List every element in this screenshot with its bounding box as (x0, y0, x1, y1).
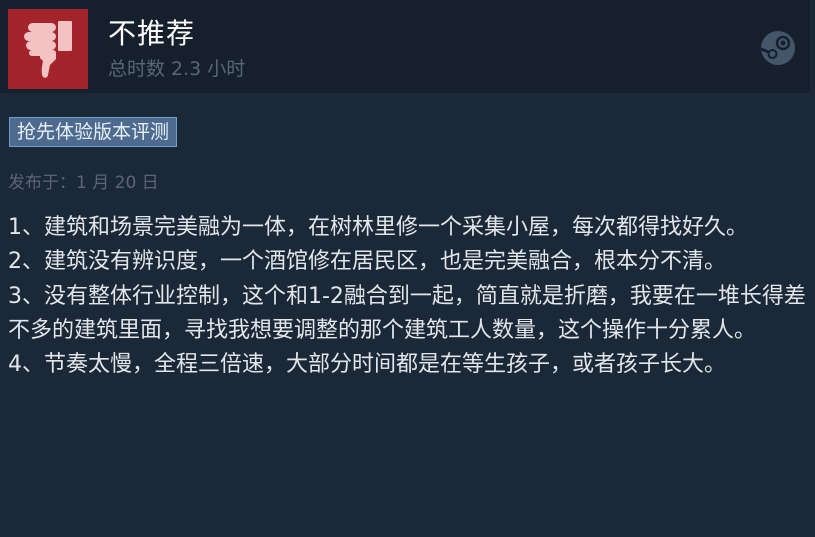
review-paragraph: 4、节奏太慢，全程三倍速，大部分时间都是在等生孩子，或者孩子长大。 (8, 352, 726, 378)
post-date: 发布于：1 月 20 日 (8, 173, 159, 193)
review-header: 不推荐 总时数 2.3 小时 (0, 0, 810, 93)
review-paragraph: 1、建筑和场景完美融为一体，在树林里修一个采集小屋，每次都得找好久。 (8, 215, 748, 240)
thumbs-down-badge (8, 9, 88, 89)
review-verdict: 不推荐 (108, 17, 196, 50)
review-paragraph: 2、建筑没有辨识度，一个酒馆修在居民区，也是完美融合，根本分不清。 (8, 249, 726, 275)
thumbs-down-icon (24, 21, 72, 78)
review-paragraph: 3、没有整体行业控制，这个和1-2融合到一起，简直就是折磨，我要在一堆长得差不多… (8, 283, 806, 343)
steam-logo-icon (760, 31, 795, 65)
hours-played: 总时数 2.3 小时 (108, 58, 246, 80)
early-access-review-badge: 抢先体验版本评测 (9, 117, 178, 147)
review-body: 1、建筑和场景完美融为一体，在树林里修一个采集小屋，每次都得找好久。 2、建筑没… (8, 211, 808, 382)
